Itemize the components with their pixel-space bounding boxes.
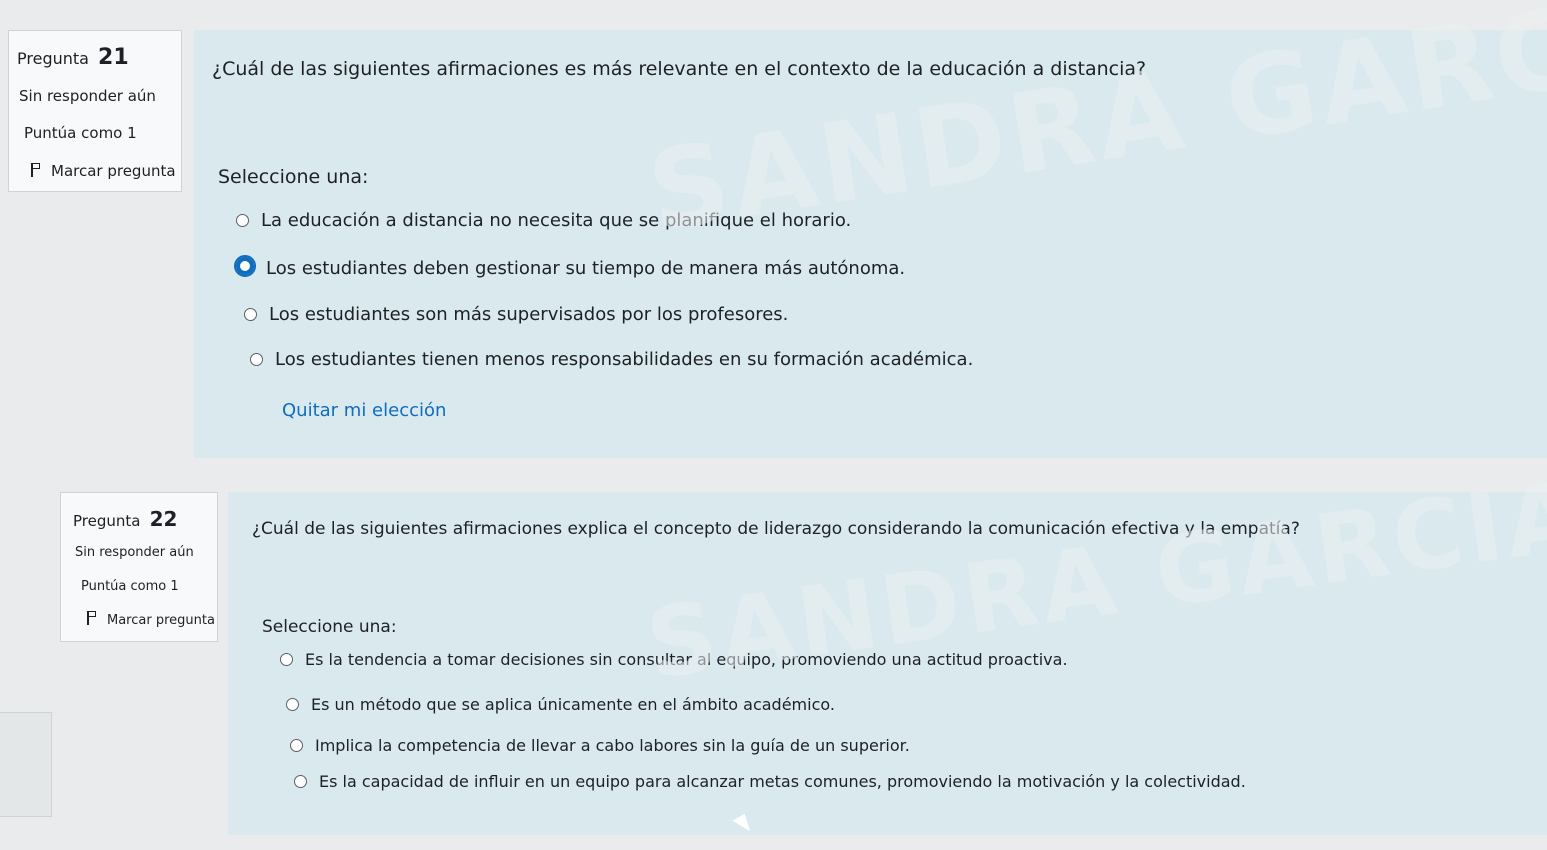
question-grade: Puntúa como 1 (24, 124, 137, 142)
flag-question-button[interactable]: Marcar pregunta (85, 611, 215, 628)
select-prompt-21: Seleccione una: (218, 166, 369, 188)
question-status: Sin responder aún (19, 87, 156, 105)
question-number: 22 (149, 507, 178, 531)
radio-button[interactable] (280, 653, 293, 666)
flag-question-label: Marcar pregunta (51, 162, 176, 180)
answer-option-21-c[interactable]: Los estudiantes son más supervisados por… (244, 304, 788, 325)
answer-option-21-b[interactable]: Los estudiantes deben gestionar su tiemp… (234, 255, 906, 279)
flag-icon (29, 163, 43, 177)
answer-option-22-c[interactable]: Implica la competencia de llevar a cabo … (290, 736, 910, 755)
answer-label: La educación a distancia no necesita que… (261, 210, 852, 231)
question-text-22: ¿Cuál de las siguientes afirmaciones exp… (252, 519, 1300, 539)
question-content-21 (194, 30, 1547, 458)
flag-question-button[interactable]: Marcar pregunta (29, 162, 176, 180)
select-prompt-22: Seleccione una: (262, 617, 397, 637)
radio-button[interactable] (244, 308, 257, 321)
answer-label: Los estudiantes son más supervisados por… (269, 304, 789, 325)
question-number: 21 (98, 45, 129, 70)
side-panel (0, 712, 52, 817)
clear-choice-link[interactable]: Quitar mi elección (282, 400, 446, 421)
answer-label: Es la capacidad de influir en un equipo … (319, 772, 1246, 791)
question-text-21: ¿Cuál de las siguientes afirmaciones es … (212, 58, 1147, 80)
flag-question-label: Marcar pregunta (107, 613, 215, 628)
answer-option-22-a[interactable]: Es la tendencia a tomar decisiones sin c… (280, 650, 1068, 669)
question-info-21: Pregunta 21 Sin responder aún Puntúa com… (8, 30, 182, 192)
question-label: Pregunta (17, 49, 89, 68)
radio-button[interactable] (236, 214, 249, 227)
radio-button-checked[interactable] (234, 255, 256, 277)
answer-option-22-b[interactable]: Es un método que se aplica únicamente en… (286, 695, 835, 714)
radio-button[interactable] (286, 698, 299, 711)
question-label: Pregunta (73, 512, 141, 530)
question-number-21: Pregunta 21 (17, 45, 129, 70)
question-info-22: Pregunta 22 Sin responder aún Puntúa com… (60, 492, 218, 642)
answer-option-21-d[interactable]: Los estudiantes tienen menos responsabil… (250, 349, 973, 370)
radio-button[interactable] (294, 775, 307, 788)
radio-button[interactable] (290, 739, 303, 752)
flag-icon (85, 611, 99, 625)
answer-label: Los estudiantes tienen menos responsabil… (275, 349, 974, 370)
radio-button[interactable] (250, 353, 263, 366)
answer-label: Los estudiantes deben gestionar su tiemp… (266, 258, 906, 279)
question-status: Sin responder aún (75, 545, 194, 560)
question-grade: Puntúa como 1 (81, 579, 179, 594)
answer-option-21-a[interactable]: La educación a distancia no necesita que… (236, 210, 851, 231)
answer-label: Implica la competencia de llevar a cabo … (315, 736, 910, 755)
answer-option-22-d[interactable]: Es la capacidad de influir en un equipo … (294, 772, 1246, 791)
answer-label: Es la tendencia a tomar decisiones sin c… (305, 650, 1068, 669)
question-number-22: Pregunta 22 (73, 507, 177, 531)
answer-label: Es un método que se aplica únicamente en… (311, 695, 835, 714)
quiz-page: Pregunta 21 Sin responder aún Puntúa com… (0, 0, 1547, 850)
